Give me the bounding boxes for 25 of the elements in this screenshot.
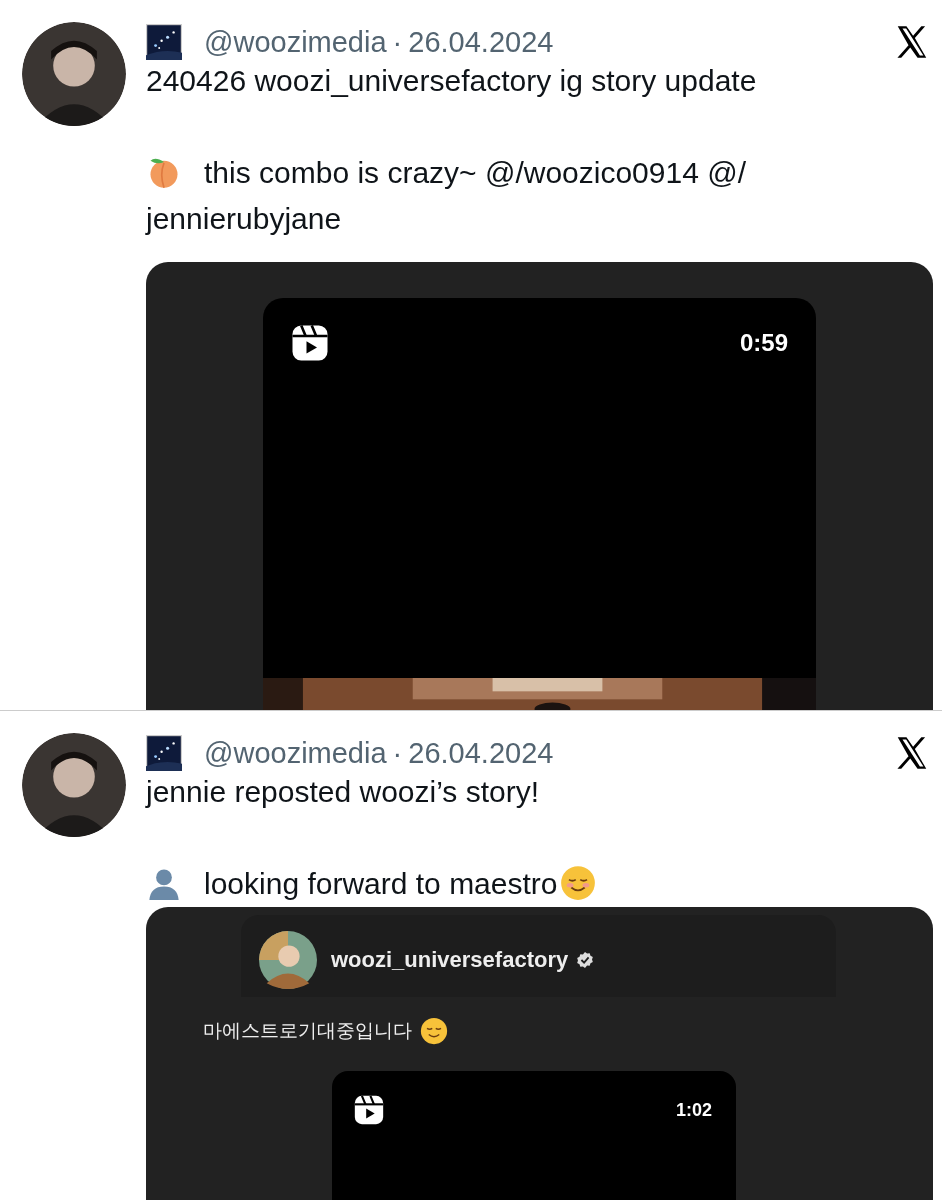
avatar bbox=[259, 931, 317, 989]
separator-dot: · bbox=[392, 25, 403, 59]
post-text: this combo is crazy~ @/woozico0914 @/ bbox=[204, 156, 746, 189]
post-text: jennierubyjane bbox=[146, 201, 342, 237]
media-card[interactable]: 0:59 bbox=[146, 262, 933, 710]
author-handle[interactable]: @woozimedia bbox=[204, 736, 387, 770]
author-handle[interactable]: @woozimedia bbox=[204, 25, 387, 59]
reels-icon bbox=[352, 1093, 386, 1127]
smiling-face-icon bbox=[420, 1017, 448, 1045]
video-frame[interactable]: 0:59 bbox=[263, 298, 816, 710]
post-text: jennie reposted woozi’s story! bbox=[146, 775, 539, 808]
media-card[interactable]: woozi_universefactory 마에스트로기대중입니다 1:02 bbox=[146, 907, 933, 1200]
starry-sky-icon bbox=[146, 24, 182, 60]
starry-sky-icon bbox=[146, 735, 182, 771]
story-caption: 마에스트로기대중입니다 bbox=[203, 1018, 412, 1043]
separator-dot: · bbox=[392, 736, 403, 770]
video-duration: 1:02 bbox=[675, 1099, 712, 1121]
video-duration: 0:59 bbox=[739, 329, 788, 357]
video-frame[interactable]: 1:02 bbox=[332, 1071, 736, 1200]
post-date: 26.04.2024 bbox=[408, 25, 554, 59]
smiling-face-icon bbox=[559, 865, 596, 901]
post-text: looking forward to maestro bbox=[204, 867, 558, 900]
post-date: 26.04.2024 bbox=[408, 736, 554, 770]
post-text: 240426 woozi_universefactory ig story update bbox=[146, 64, 757, 97]
username[interactable]: woozi_universefactory bbox=[331, 947, 569, 973]
